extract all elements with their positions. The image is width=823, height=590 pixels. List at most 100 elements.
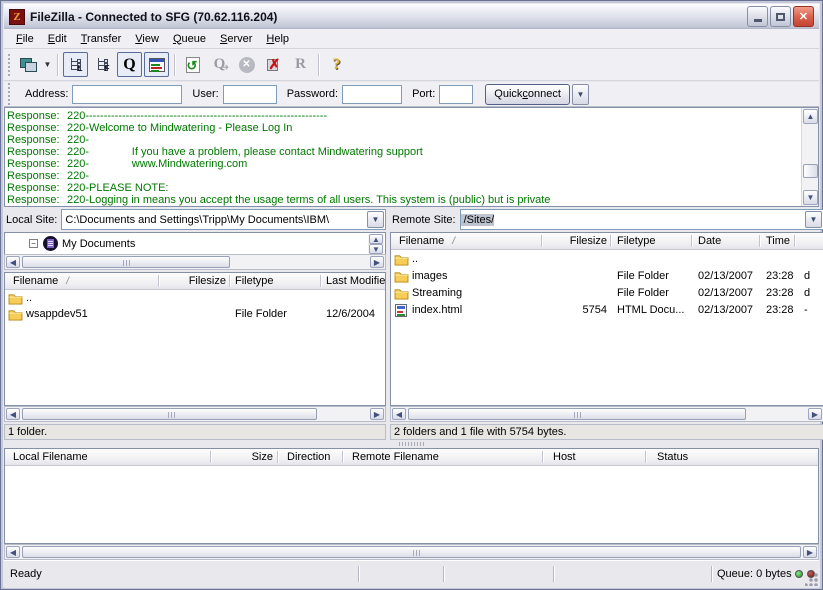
remote-file-list[interactable]: Filename/ Filesize Filetype Date Time .. xyxy=(390,232,823,406)
column-resizer[interactable] xyxy=(320,275,321,287)
column-resizer[interactable] xyxy=(210,451,211,463)
message-log[interactable]: Response:220----------------------------… xyxy=(4,107,819,207)
local-path[interactable]: C:\Documents and Settings\Tripp\My Docum… xyxy=(62,214,329,226)
process-queue-button[interactable]: Q ➜ xyxy=(207,52,232,77)
column-filesize[interactable]: Filesize xyxy=(160,275,226,287)
column-local-filename[interactable]: Local Filename xyxy=(13,451,88,463)
queue-splitter[interactable] xyxy=(4,440,819,448)
column-resizer[interactable] xyxy=(229,275,230,287)
remote-row-streaming[interactable]: Streaming File Folder 02/13/2007 23:28 d xyxy=(391,286,823,302)
quickconnect-dropdown[interactable]: ▼ xyxy=(572,84,589,105)
chevron-down-icon[interactable]: ▼ xyxy=(805,211,822,228)
remote-site-combo[interactable]: /Sites/ ▼ xyxy=(460,209,823,230)
address-input[interactable] xyxy=(72,85,182,104)
local-row-parent-dir[interactable]: .. xyxy=(5,291,385,307)
tree-horizontal-scrollbar[interactable]: ◀ ▶ xyxy=(4,254,386,270)
menu-file[interactable]: File xyxy=(9,31,41,47)
column-resizer[interactable] xyxy=(342,451,343,463)
reconnect-button[interactable]: R xyxy=(288,52,313,77)
column-host[interactable]: Host xyxy=(553,451,576,463)
menu-server[interactable]: Server xyxy=(213,31,259,47)
column-resizer[interactable] xyxy=(542,451,543,463)
log-scroll-thumb[interactable] xyxy=(803,164,818,178)
local-site-combo[interactable]: C:\Documents and Settings\Tripp\My Docum… xyxy=(61,209,386,230)
column-direction[interactable]: Direction xyxy=(287,451,330,463)
local-list-scroll-thumb[interactable] xyxy=(22,408,317,420)
title-bar[interactable]: Z FileZilla - Connected to SFG (70.62.11… xyxy=(4,4,819,29)
queue-horizontal-scrollbar[interactable]: ◀ ▶ xyxy=(4,544,819,560)
local-list-horizontal-scrollbar[interactable]: ◀ ▶ xyxy=(4,406,386,422)
local-tree[interactable]: − My Documents ▲ ▼ xyxy=(4,232,386,254)
remote-row-index-html[interactable]: index.html 5754 HTML Docu... 02/13/2007 … xyxy=(391,303,823,319)
column-resizer[interactable] xyxy=(794,235,795,247)
local-file-list[interactable]: Filename/ Filesize Filetype Last Modifie… xyxy=(4,272,386,406)
remote-row-images[interactable]: images File Folder 02/13/2007 23:28 d xyxy=(391,269,823,285)
log-vertical-scrollbar[interactable]: ▲ ▼ xyxy=(801,108,818,206)
scroll-right-icon[interactable]: ▶ xyxy=(808,408,822,420)
scroll-right-icon[interactable]: ▶ xyxy=(803,546,817,558)
user-input[interactable] xyxy=(223,85,277,104)
scroll-right-icon[interactable]: ▶ xyxy=(370,408,384,420)
column-resizer[interactable] xyxy=(610,235,611,247)
quickconnect-grip[interactable] xyxy=(7,83,12,105)
scroll-up-icon[interactable]: ▲ xyxy=(369,234,383,244)
toggle-local-tree-button[interactable]: L xyxy=(63,52,88,77)
column-resizer[interactable] xyxy=(691,235,692,247)
column-resizer[interactable] xyxy=(645,451,646,463)
menu-transfer[interactable]: Transfer xyxy=(74,31,129,47)
column-filename[interactable]: Filename/ xyxy=(13,275,69,287)
tree-item-my-documents[interactable]: − My Documents xyxy=(29,236,135,251)
refresh-button[interactable]: ↺ xyxy=(180,52,205,77)
site-manager-dropdown[interactable]: ▼ xyxy=(42,52,53,77)
column-remote-filename[interactable]: Remote Filename xyxy=(352,451,439,463)
menu-edit[interactable]: Edit xyxy=(41,31,74,47)
column-date[interactable]: Date xyxy=(698,235,721,247)
close-button[interactable]: ✕ xyxy=(793,6,814,27)
remote-row-parent-dir[interactable]: .. xyxy=(391,252,823,268)
disconnect-button[interactable]: ✗ xyxy=(261,52,286,77)
cancel-button[interactable]: ✕ xyxy=(234,52,259,77)
column-filename[interactable]: Filename/ xyxy=(399,235,455,247)
transfer-queue[interactable]: Local Filename Size Direction Remote Fil… xyxy=(4,448,819,544)
collapse-icon[interactable]: − xyxy=(29,239,38,248)
scroll-left-icon[interactable]: ◀ xyxy=(392,408,406,420)
menu-view[interactable]: View xyxy=(128,31,166,47)
remote-path[interactable]: /Sites/ xyxy=(461,214,495,226)
maximize-button[interactable] xyxy=(770,6,791,27)
password-input[interactable] xyxy=(342,85,402,104)
column-filetype[interactable]: Filetype xyxy=(235,275,274,287)
menu-queue[interactable]: Queue xyxy=(166,31,213,47)
scroll-left-icon[interactable]: ◀ xyxy=(6,408,20,420)
scroll-up-icon[interactable]: ▲ xyxy=(803,109,818,124)
remote-list-scroll-thumb[interactable] xyxy=(408,408,746,420)
help-button[interactable]: ? xyxy=(324,52,349,77)
column-filetype[interactable]: Filetype xyxy=(617,235,656,247)
queue-scroll-thumb[interactable] xyxy=(22,546,801,558)
toggle-queue-button[interactable]: Q xyxy=(117,52,142,77)
toggle-message-log-button[interactable] xyxy=(144,52,169,77)
column-filesize[interactable]: Filesize xyxy=(543,235,607,247)
toolbar-grip[interactable] xyxy=(7,54,12,76)
toggle-remote-tree-button[interactable]: F xyxy=(90,52,115,77)
scroll-left-icon[interactable]: ◀ xyxy=(6,546,20,558)
local-row-wsappdev51[interactable]: wsappdev51 File Folder 12/6/2004 xyxy=(5,307,385,323)
minimize-button[interactable] xyxy=(747,6,768,27)
quickconnect-button[interactable]: Quickconnect xyxy=(485,84,570,105)
column-resizer[interactable] xyxy=(277,451,278,463)
scroll-down-icon[interactable]: ▼ xyxy=(803,190,818,205)
resize-grip[interactable] xyxy=(805,573,818,586)
column-time[interactable]: Time xyxy=(766,235,790,247)
tree-scroll-thumb[interactable] xyxy=(22,256,230,268)
column-resizer[interactable] xyxy=(759,235,760,247)
tree-vertical-scrollbar[interactable]: ▲ ▼ xyxy=(368,234,384,254)
column-last-modified[interactable]: Last Modified xyxy=(326,275,386,287)
column-size[interactable]: Size xyxy=(212,451,273,463)
remote-list-horizontal-scrollbar[interactable]: ◀ ▶ xyxy=(390,406,823,422)
menu-help[interactable]: Help xyxy=(259,31,296,47)
chevron-down-icon[interactable]: ▼ xyxy=(367,211,384,228)
column-resizer[interactable] xyxy=(158,275,159,287)
site-manager-button[interactable] xyxy=(16,52,41,77)
scroll-left-icon[interactable]: ◀ xyxy=(6,256,20,268)
port-input[interactable] xyxy=(439,85,473,104)
column-status[interactable]: Status xyxy=(657,451,688,463)
